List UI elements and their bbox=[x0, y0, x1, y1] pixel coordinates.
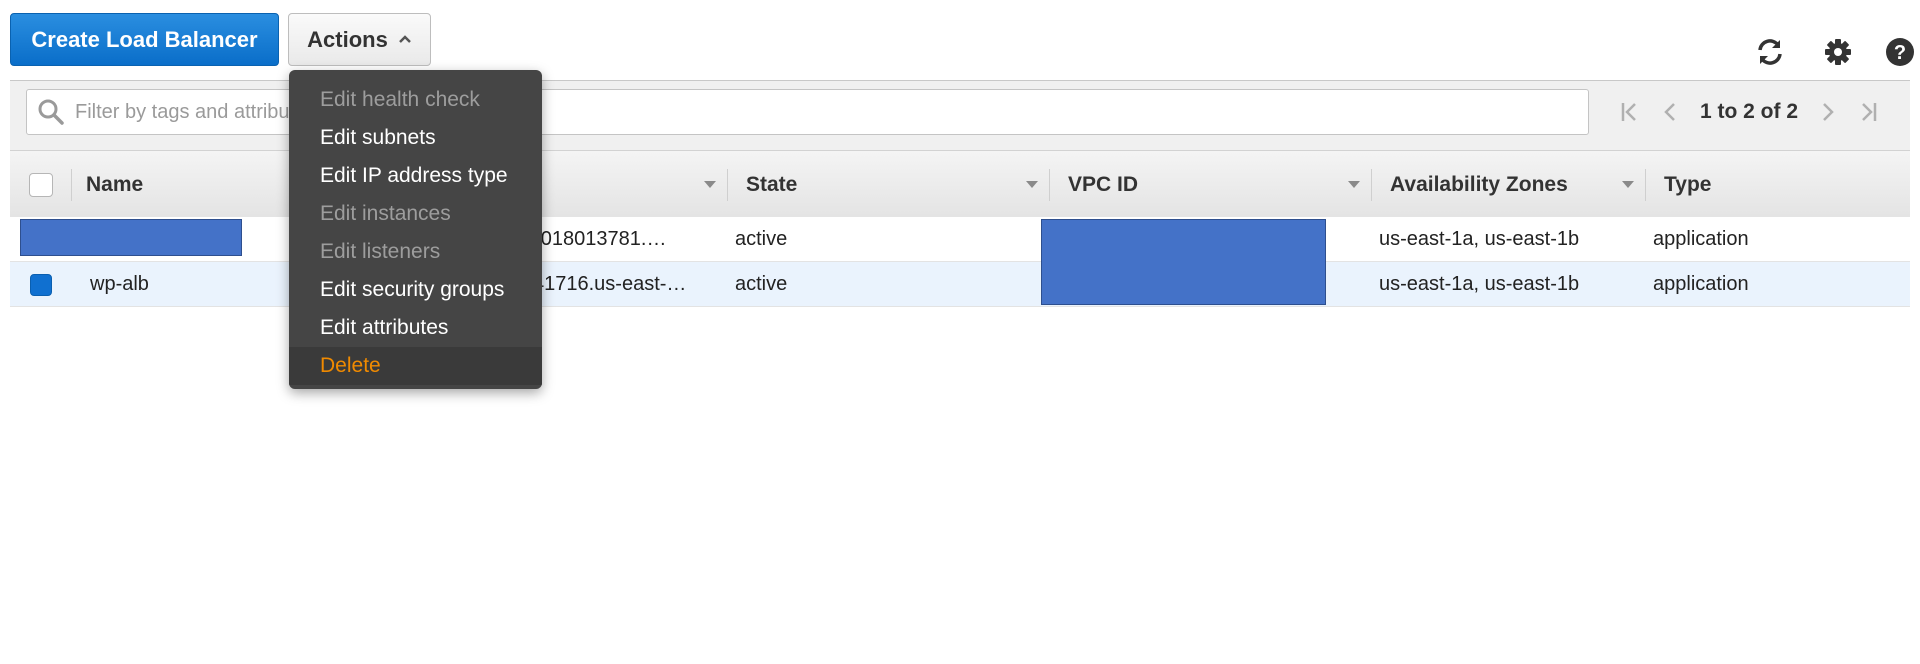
availability-zones-cell: us-east-1a, us-east-1b bbox=[1379, 273, 1580, 295]
caret-up-icon bbox=[398, 31, 412, 47]
menu-item-edit-instances: Edit instances bbox=[320, 202, 451, 225]
column-header-type[interactable]: Type bbox=[1646, 151, 1910, 219]
first-page-icon[interactable] bbox=[1610, 89, 1650, 135]
menu-item-edit-subnets[interactable]: Edit subnets bbox=[289, 119, 542, 157]
menu-item-edit-security-groups[interactable]: Edit security groups bbox=[289, 271, 542, 309]
last-page-icon[interactable] bbox=[1848, 89, 1888, 135]
svg-text:?: ? bbox=[1894, 42, 1906, 64]
state-cell: active bbox=[735, 273, 788, 295]
toolbar: Create Load Balancer Actions ? bbox=[0, 0, 1920, 80]
select-all-cell bbox=[10, 151, 72, 219]
column-header-label: VPC ID bbox=[1068, 173, 1139, 196]
availability-zones-cell: us-east-1a, us-east-1b bbox=[1379, 228, 1580, 250]
menu-item-edit-listeners: Edit listeners bbox=[320, 240, 441, 263]
refresh-icon[interactable] bbox=[1750, 34, 1790, 70]
dns-name-cell: 41716.us-east-… bbox=[533, 273, 687, 295]
menu-item-edit-ip-address-type[interactable]: Edit IP address type bbox=[289, 157, 542, 195]
redacted-vpc-id bbox=[1041, 219, 1326, 305]
sort-caret-icon bbox=[704, 181, 716, 188]
actions-button-label: Actions bbox=[307, 26, 388, 52]
type-cell: application bbox=[1653, 228, 1749, 250]
column-header-label: Availability Zones bbox=[1390, 173, 1568, 196]
column-header-name[interactable]: Name bbox=[72, 151, 302, 219]
dns-name-cell: -2018013781.… bbox=[523, 228, 667, 250]
column-header-label: Type bbox=[1664, 173, 1712, 196]
menu-item-edit-attributes[interactable]: Edit attributes bbox=[289, 309, 542, 347]
toolbar-icons: ? bbox=[1750, 34, 1920, 70]
column-header-vpc-id[interactable]: VPC ID bbox=[1050, 151, 1372, 219]
row-select-cell bbox=[30, 262, 52, 307]
menu-item-delete[interactable]: Delete bbox=[289, 347, 542, 385]
actions-button[interactable]: Actions bbox=[288, 13, 431, 66]
type-cell: application bbox=[1653, 273, 1749, 295]
help-icon[interactable]: ? bbox=[1880, 34, 1920, 70]
actions-menu: Edit health check Edit subnets Edit IP a… bbox=[289, 70, 542, 389]
pagination-label: 1 to 2 of 2 bbox=[1700, 100, 1799, 123]
sort-caret-icon bbox=[1348, 181, 1360, 188]
pagination: 1 to 2 of 2 bbox=[1610, 89, 1910, 135]
column-header-label: State bbox=[746, 173, 798, 196]
search-box[interactable] bbox=[26, 89, 1589, 135]
sort-caret-icon bbox=[1026, 181, 1038, 188]
column-header-state[interactable]: State bbox=[728, 151, 1050, 219]
redacted-name bbox=[20, 219, 242, 256]
select-all-checkbox[interactable] bbox=[29, 173, 53, 197]
sort-caret-icon bbox=[1622, 181, 1634, 188]
column-header-availability-zones[interactable]: Availability Zones bbox=[1372, 151, 1646, 219]
menu-item-edit-health-check: Edit health check bbox=[320, 88, 480, 111]
prev-page-icon[interactable] bbox=[1650, 89, 1690, 135]
state-cell: active bbox=[735, 228, 788, 250]
search-icon bbox=[27, 89, 75, 135]
next-page-icon[interactable] bbox=[1808, 89, 1848, 135]
column-header-label: Name bbox=[86, 173, 144, 196]
gear-icon[interactable] bbox=[1818, 34, 1858, 70]
create-load-balancer-button[interactable]: Create Load Balancer bbox=[10, 13, 279, 66]
row-checkbox[interactable] bbox=[30, 273, 52, 296]
name-cell: wp-alb bbox=[90, 273, 149, 295]
